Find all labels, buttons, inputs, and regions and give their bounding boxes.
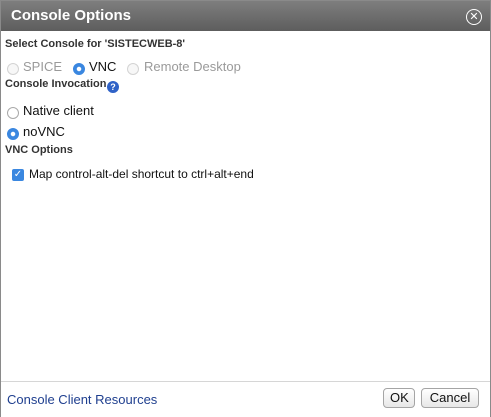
cancel-button[interactable]: Cancel	[421, 388, 479, 408]
radio-native-client-label: Native client	[23, 103, 94, 118]
radio-remote-desktop[interactable]	[127, 63, 139, 75]
vnc-options-label: VNC Options	[5, 144, 73, 156]
radio-vnc[interactable]	[73, 63, 85, 75]
help-icon[interactable]: ?	[107, 81, 119, 93]
dialog-title: Console Options	[11, 7, 131, 24]
console-options-dialog: Console Options ✕ Select Console for 'SI…	[0, 0, 491, 417]
select-console-label: Select Console for 'SISTECWEB-8'	[5, 38, 186, 50]
dialog-footer: Console Client Resources OK Cancel	[1, 381, 490, 417]
console-invocation-label: Console Invocation	[5, 78, 107, 90]
radio-vnc-label: VNC	[89, 59, 117, 74]
ok-button[interactable]: OK	[383, 388, 415, 408]
radio-spice[interactable]	[7, 63, 19, 75]
close-icon[interactable]: ✕	[466, 9, 482, 25]
dialog-titlebar[interactable]: Console Options ✕	[1, 1, 490, 31]
radio-novnc-label: noVNC	[23, 124, 65, 139]
map-ctrl-alt-del-label: Map control-alt-del shortcut to ctrl+alt…	[29, 167, 254, 181]
radio-native-client[interactable]	[7, 107, 19, 119]
map-ctrl-alt-del-checkbox[interactable]: ✓	[12, 169, 24, 181]
radio-novnc[interactable]	[7, 128, 19, 140]
console-client-resources-link[interactable]: Console Client Resources	[7, 392, 157, 407]
radio-spice-label: SPICE	[23, 59, 63, 74]
radio-remote-desktop-label: Remote Desktop	[144, 59, 241, 74]
